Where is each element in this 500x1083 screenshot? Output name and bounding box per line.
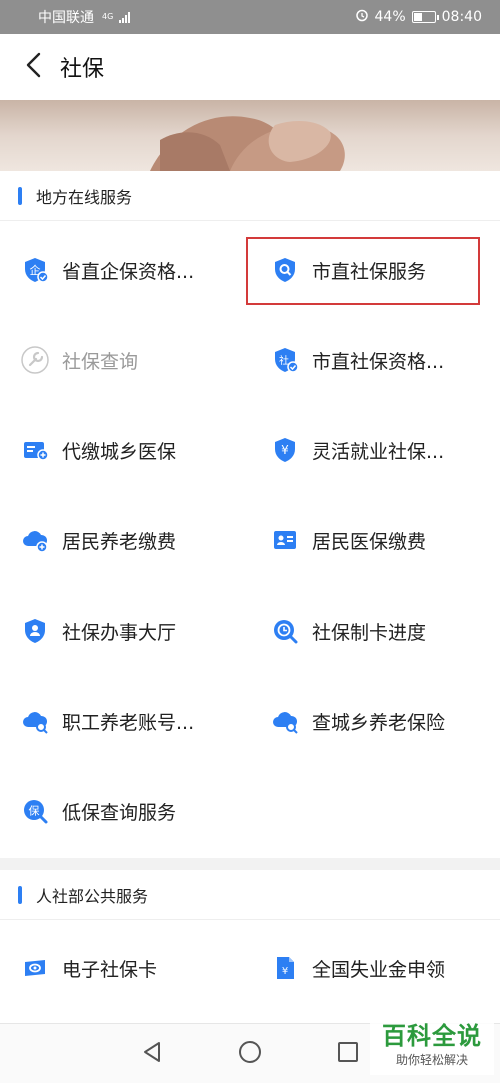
- svg-text:¥: ¥: [281, 443, 289, 457]
- circle-home-icon: [237, 1039, 263, 1069]
- service-item-label: 市直社保服务: [312, 260, 427, 283]
- cloud-search-icon: [20, 706, 50, 736]
- chevron-left-icon: [23, 51, 45, 83]
- service-item-label: 社保制卡进度: [312, 621, 427, 644]
- service-item-label: 社保查询: [62, 350, 139, 373]
- service-item-label: 居民医保缴费: [312, 530, 427, 553]
- service-item-label: 低保查询服务: [62, 801, 177, 824]
- section-divider: [0, 858, 500, 870]
- wrench-icon: [20, 345, 50, 375]
- section-title: 人社部公共服务: [36, 886, 149, 906]
- section-accent-bar: [18, 885, 22, 904]
- card-plus-icon: [20, 435, 50, 465]
- shield-user-icon: [20, 616, 50, 646]
- watermark-subtitle: 助你轻松解决: [395, 1053, 468, 1067]
- service-item-urban-rural-pension[interactable]: 查城乡养老保险: [270, 686, 445, 756]
- service-item-label: 职工养老账号...: [62, 711, 195, 734]
- app-header: 社保: [0, 34, 500, 100]
- banner-image: [0, 100, 500, 171]
- back-button[interactable]: [14, 47, 54, 87]
- service-item-city-social-security[interactable]: 市直社保服务: [270, 235, 426, 305]
- watermark-title: 百科全说: [382, 1022, 482, 1050]
- id-card-icon: [270, 525, 300, 555]
- section-title: 地方在线服务: [36, 187, 133, 207]
- svg-text:保: 保: [29, 804, 40, 818]
- shield-search-icon: [270, 255, 300, 285]
- shield-yen-icon: ¥: [270, 435, 300, 465]
- battery-icon: [411, 11, 439, 23]
- shield-person-icon: 企: [20, 255, 50, 285]
- page-title: 社保: [60, 57, 105, 82]
- service-item-label: 居民养老缴费: [62, 530, 177, 553]
- service-item-label: 市直社保资格...: [312, 350, 445, 373]
- section-accent-bar: [18, 186, 22, 205]
- clock-time: 08:40: [441, 9, 482, 25]
- square-recent-icon: [336, 1040, 360, 1068]
- svg-text:¥: ¥: [282, 966, 288, 977]
- service-item-electronic-card[interactable]: 电子社保卡: [20, 933, 157, 1003]
- carrier-name: 中国联通: [38, 10, 94, 26]
- service-item-card-progress[interactable]: 社保制卡进度: [270, 596, 426, 666]
- card-icon: [20, 953, 50, 983]
- triangle-back-icon: [141, 1040, 163, 1068]
- service-item-label: 查城乡养老保险: [312, 711, 446, 734]
- service-item-label: 代缴城乡医保: [62, 440, 177, 463]
- status-left: 中国联通 4G: [38, 7, 131, 27]
- service-item-medical-insurance-payment[interactable]: 代缴城乡医保: [20, 415, 176, 485]
- network-type: 4G: [102, 12, 114, 21]
- section-header-local: 地方在线服务: [0, 171, 500, 221]
- bao-search-icon: 保: [20, 796, 50, 826]
- service-item-label: 社保办事大厅: [62, 621, 177, 644]
- clock-search-icon: [270, 616, 300, 646]
- service-item-label: 电子社保卡: [62, 958, 158, 981]
- nav-recent-button[interactable]: [330, 1036, 366, 1072]
- document-yen-icon: ¥: [270, 953, 300, 983]
- service-item-social-security-hall[interactable]: 社保办事大厅: [20, 596, 176, 666]
- service-item-social-security-query[interactable]: 社保查询: [20, 325, 138, 395]
- watermark-logo: 百科全说 助你轻松解决: [370, 1021, 494, 1075]
- section-header-mohrss: 人社部公共服务: [0, 870, 500, 920]
- nav-back-button[interactable]: [134, 1036, 170, 1072]
- service-item-provincial-qualification[interactable]: 企 省直企保资格...: [20, 235, 194, 305]
- service-item-label: 省直企保资格...: [62, 260, 195, 283]
- service-item-label: 灵活就业社保...: [312, 440, 445, 463]
- status-right: 44% 08:40: [355, 8, 482, 26]
- signal-icon: [119, 11, 131, 23]
- alarm-icon: [355, 8, 369, 26]
- cloud-plus-icon: [20, 525, 50, 555]
- battery-percent: 44%: [374, 9, 406, 25]
- status-bar: 中国联通 4G 44% 08:40: [0, 0, 500, 34]
- service-item-unemployment-benefit[interactable]: ¥ 全国失业金申领: [270, 933, 445, 1003]
- shield-check-icon: 社: [270, 345, 300, 375]
- service-item-resident-pension-payment[interactable]: 居民养老缴费: [20, 505, 176, 575]
- service-item-city-qualification[interactable]: 社 市直社保资格...: [270, 325, 444, 395]
- cloud-search-icon: [270, 706, 300, 736]
- service-item-subsistence-query[interactable]: 保 低保查询服务: [20, 776, 176, 846]
- service-item-resident-medical-payment[interactable]: 居民医保缴费: [270, 505, 426, 575]
- svg-text:社: 社: [279, 354, 289, 367]
- nav-home-button[interactable]: [232, 1036, 268, 1072]
- service-item-label: 全国失业金申领: [312, 958, 446, 981]
- service-item-employee-pension-account[interactable]: 职工养老账号...: [20, 686, 194, 756]
- service-item-flexible-employment[interactable]: ¥ 灵活就业社保...: [270, 415, 444, 485]
